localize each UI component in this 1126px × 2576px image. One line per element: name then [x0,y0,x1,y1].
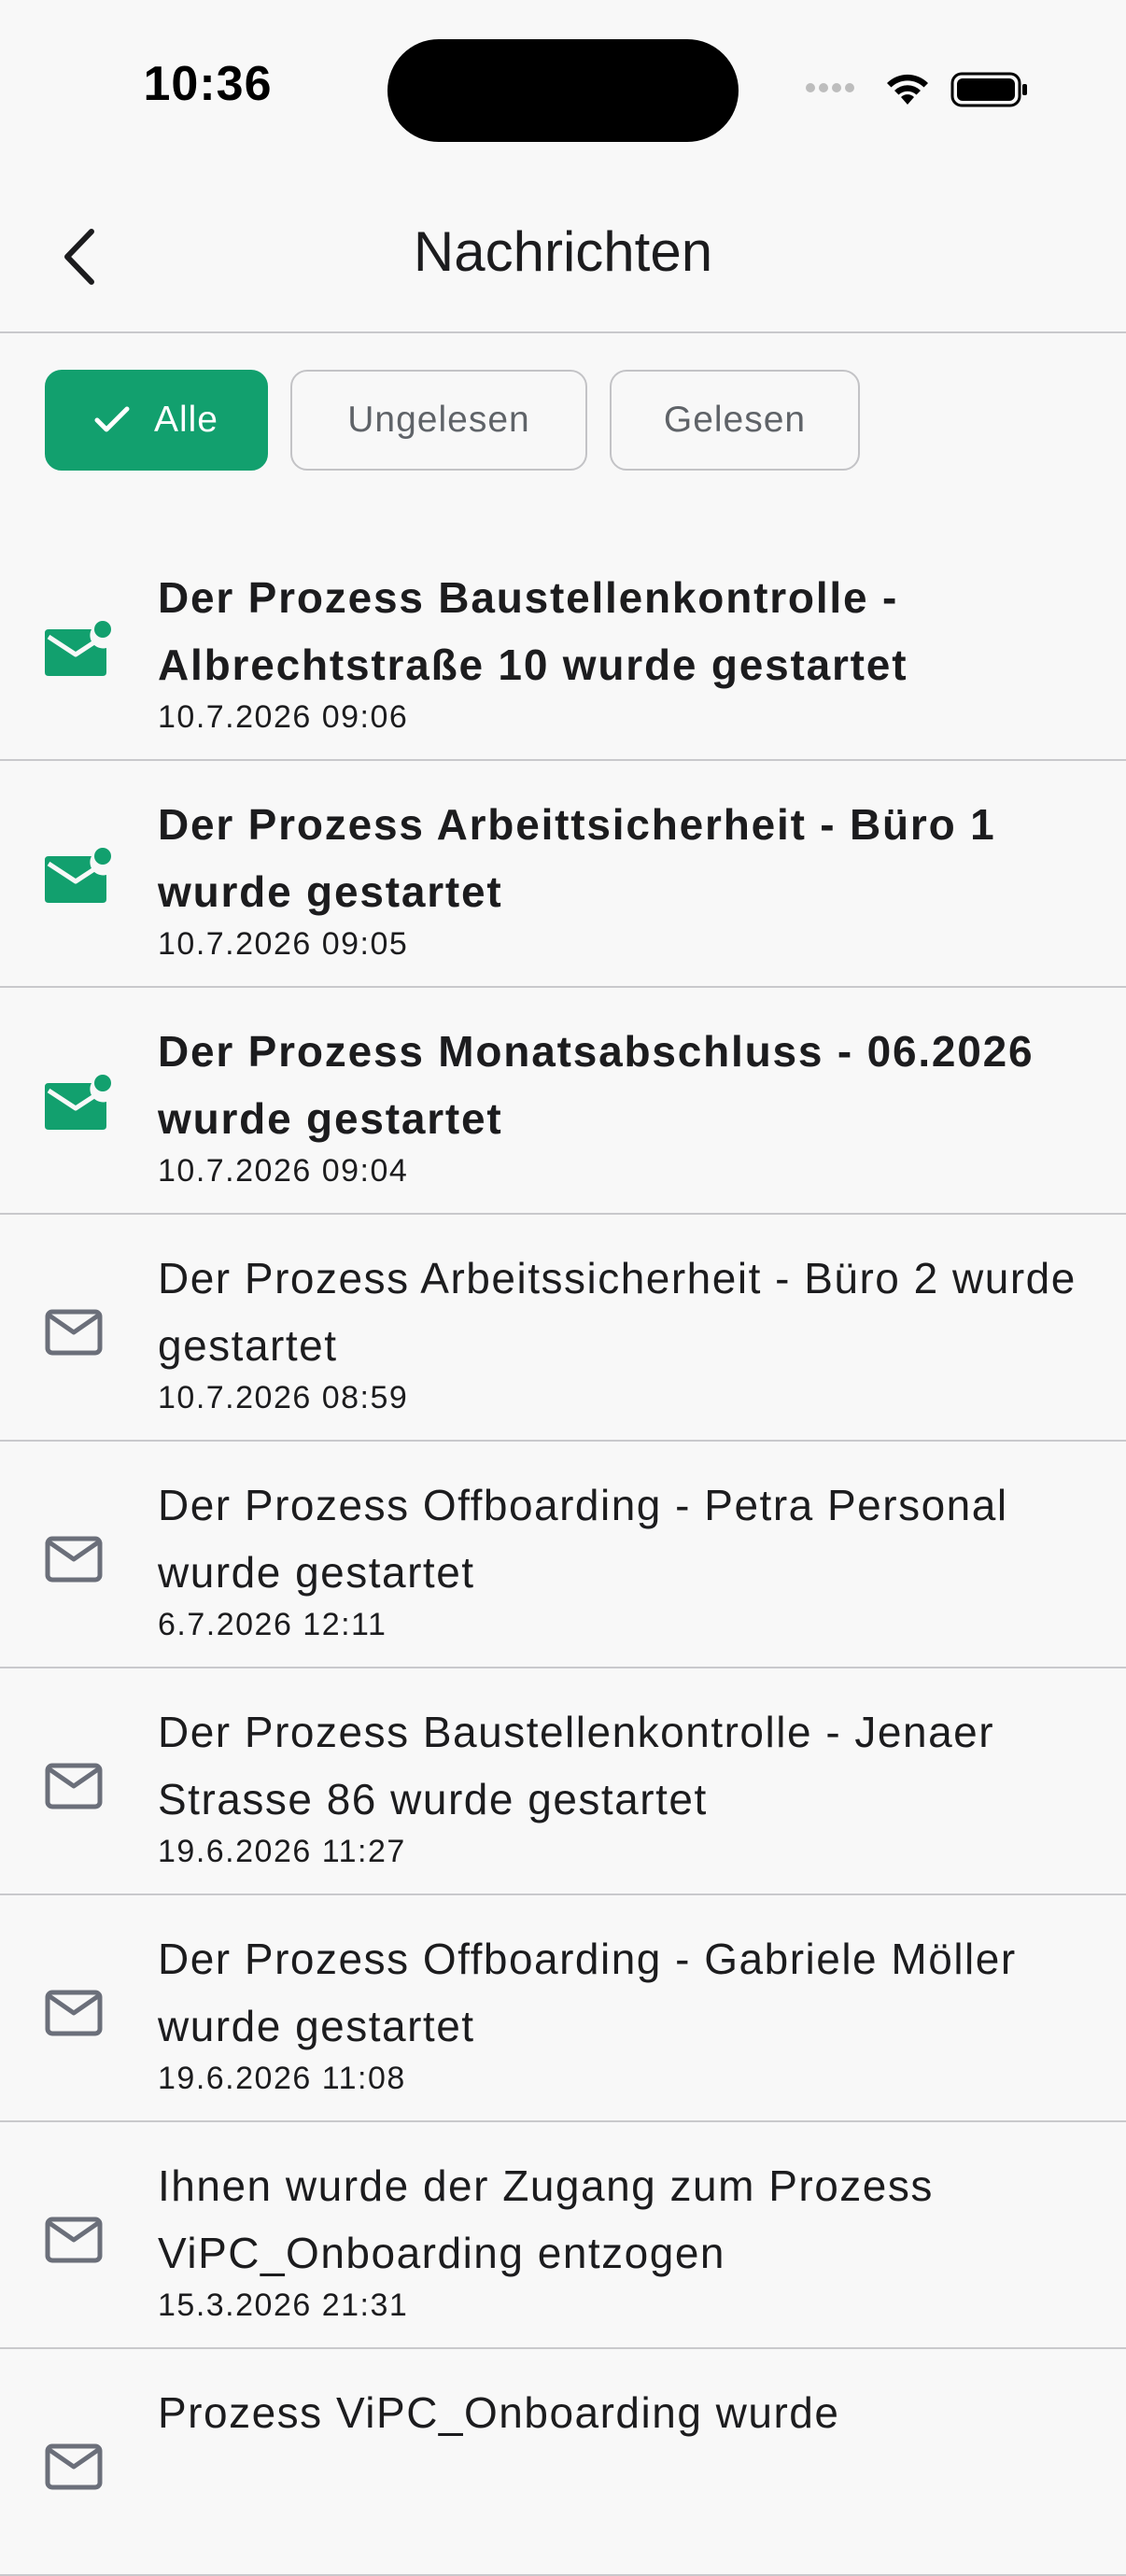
message-list: Der Prozess Baustellenkontrolle - Albrec… [0,534,1126,2576]
filter-chip-unread-label: Ungelesen [347,400,530,440]
mail-unread-icon [45,1075,111,1130]
mail-unread-icon [45,848,111,903]
mail-unread-icon [45,621,111,676]
message-date: 10.7.2026 09:04 [158,1153,409,1189]
cellular-signal-icon [806,83,854,92]
list-item[interactable]: Der Prozess Arbeittsicherheit - Büro 1 w… [0,761,1126,988]
list-item[interactable]: Der Prozess Monatsabschluss - 06.2026 wu… [0,988,1126,1215]
message-text: Der Prozess Monatsabschluss - 06.2026 wu… [158,1018,1107,1189]
list-item[interactable]: Prozess ViPC_Onboarding wurde [0,2349,1126,2576]
nav-bar: Nachrichten [0,191,1126,333]
filter-chip-all[interactable]: Alle [45,370,268,471]
checkmark-icon [94,406,130,434]
message-text: Prozess ViPC_Onboarding wurde [158,2379,1107,2446]
message-title: Ihnen wurde der Zugang zum Prozess ViPC_… [158,2161,934,2277]
filter-chips: Alle Ungelesen Gelesen [45,370,860,474]
message-text: Der Prozess Arbeitssicherheit - Büro 2 w… [158,1245,1107,1416]
wifi-icon [887,74,928,105]
message-date: 10.7.2026 08:59 [158,1380,409,1415]
list-item[interactable]: Der Prozess Offboarding - Gabriele Mölle… [0,1895,1126,2122]
message-text: Der Prozess Offboarding - Gabriele Mölle… [158,1925,1107,2097]
message-text: Der Prozess Arbeittsicherheit - Büro 1 w… [158,791,1107,963]
list-item[interactable]: Der Prozess Baustellenkontrolle - Jenaer… [0,1668,1126,1895]
message-date: 6.7.2026 12:11 [158,1607,387,1642]
message-title: Der Prozess Offboarding - Petra Personal… [158,1481,1008,1597]
message-title: Der Prozess Offboarding - Gabriele Mölle… [158,1935,1017,2050]
dynamic-island [387,39,739,142]
message-date: 15.3.2026 21:31 [158,2287,409,2323]
message-text: Der Prozess Baustellenkontrolle - Jenaer… [158,1698,1107,1870]
message-date: 19.6.2026 11:08 [158,2061,406,2096]
mail-icon [45,1536,103,1583]
message-title: Der Prozess Baustellenkontrolle - Albrec… [158,573,908,689]
filter-chip-read-label: Gelesen [663,400,807,440]
message-title: Der Prozess Baustellenkontrolle - Jenaer… [158,1708,995,1823]
filter-chip-read[interactable]: Gelesen [610,370,860,471]
message-title: Prozess ViPC_Onboarding wurde [158,2388,840,2437]
message-date: 19.6.2026 11:27 [158,1834,406,1869]
page-title: Nachrichten [413,220,713,283]
mail-icon [45,2217,103,2263]
mail-icon [45,1763,103,1809]
message-text: Ihnen wurde der Zugang zum Prozess ViPC_… [158,2152,1107,2324]
status-time: 10:36 [143,57,273,111]
list-item[interactable]: Der Prozess Arbeitssicherheit - Büro 2 w… [0,1215,1126,1442]
mail-icon [45,2443,103,2490]
message-title: Der Prozess Arbeitssicherheit - Büro 2 w… [158,1254,1077,1370]
message-text: Der Prozess Offboarding - Petra Personal… [158,1471,1107,1643]
message-title: Der Prozess Arbeittsicherheit - Büro 1 w… [158,800,996,916]
status-icons [805,65,1029,112]
message-title: Der Prozess Monatsabschluss - 06.2026 wu… [158,1027,1035,1143]
battery-icon [950,72,1027,107]
mail-icon [45,1990,103,2036]
list-item[interactable]: Der Prozess Offboarding - Petra Personal… [0,1442,1126,1668]
message-date: 10.7.2026 09:05 [158,926,409,962]
list-item[interactable]: Ihnen wurde der Zugang zum Prozess ViPC_… [0,2122,1126,2349]
message-date: 10.7.2026 09:06 [158,699,409,735]
message-text: Der Prozess Baustellenkontrolle - Albrec… [158,564,1107,736]
filter-chip-unread[interactable]: Ungelesen [290,370,587,471]
status-bar: 10:36 [0,0,1126,177]
mail-icon [45,1309,103,1356]
list-item[interactable]: Der Prozess Baustellenkontrolle - Albrec… [0,534,1126,761]
filter-chip-all-label: Alle [153,400,219,440]
